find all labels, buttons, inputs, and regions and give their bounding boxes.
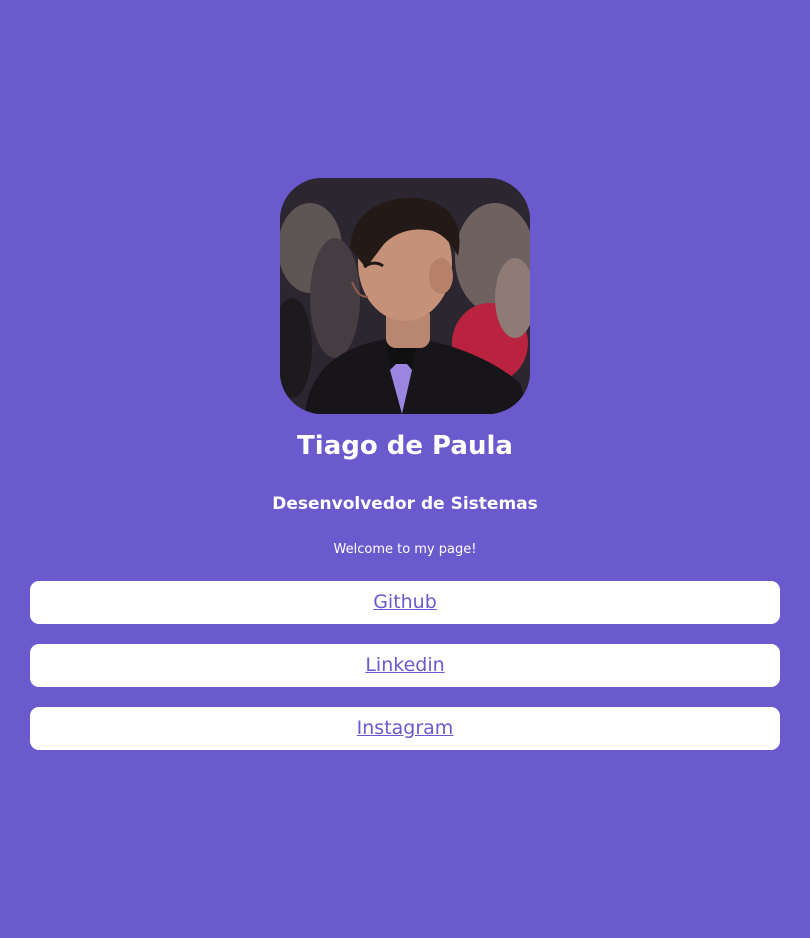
profile-name: Tiago de Paula	[297, 431, 513, 461]
instagram-link-card[interactable]: Instagram	[30, 707, 780, 750]
social-links-list: Github Linkedin Instagram	[30, 581, 780, 770]
welcome-message: Welcome to my page!	[333, 542, 477, 557]
profile-page: Tiago de Paula Desenvolvedor de Sistemas…	[0, 0, 810, 938]
linkedin-link[interactable]: Linkedin	[365, 644, 444, 687]
linkedin-link-card[interactable]: Linkedin	[30, 644, 780, 687]
github-link-card[interactable]: Github	[30, 581, 780, 624]
profile-role: Desenvolvedor de Sistemas	[272, 494, 538, 514]
instagram-link[interactable]: Instagram	[357, 707, 454, 750]
profile-photo	[280, 178, 530, 414]
github-link[interactable]: Github	[373, 581, 437, 624]
